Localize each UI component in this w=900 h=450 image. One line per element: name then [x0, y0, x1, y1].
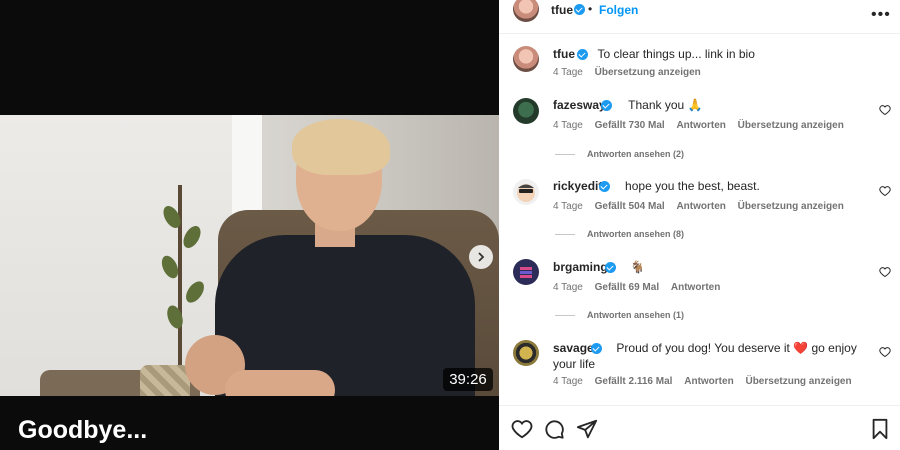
timestamp: 4 Tage	[553, 282, 583, 293]
view-replies-button[interactable]: Antworten ansehen (2)	[555, 149, 684, 159]
post-panel: tfue • Folgen ••• tfue To clear things u…	[499, 0, 900, 450]
comment-username[interactable]: brgaming	[553, 260, 608, 274]
verified-icon	[577, 49, 588, 60]
next-media-button[interactable]	[469, 245, 493, 269]
avatar-illustration	[517, 184, 535, 202]
caption-body: To clear things up... link in bio	[597, 47, 755, 61]
avatar[interactable]	[513, 179, 539, 205]
comment-body: hope you the best, beast.	[625, 179, 760, 193]
view-replies-button[interactable]: Antworten ansehen (8)	[555, 229, 684, 239]
heart-icon[interactable]	[511, 418, 533, 440]
comment-meta: 4 Tage Gefällt 730 Mal Antworten Überset…	[553, 120, 853, 131]
comment-icon[interactable]	[543, 418, 565, 440]
timestamp: 4 Tage	[553, 67, 583, 78]
verified-icon	[601, 100, 612, 111]
comment-text: brgaming 🐐	[553, 259, 873, 275]
replies-divider	[555, 233, 575, 235]
comment-body: Thank you 🙏	[628, 98, 703, 112]
heart-icon[interactable]	[879, 346, 891, 358]
verified-icon	[574, 4, 585, 15]
avatar[interactable]	[513, 259, 539, 285]
share-icon[interactable]	[576, 418, 598, 440]
translate-link[interactable]: Übersetzung anzeigen	[745, 376, 851, 387]
comment-username[interactable]: rickyedit	[553, 179, 602, 193]
comment-meta: 4 Tage Gefällt 2.116 Mal Antworten Übers…	[553, 376, 861, 387]
likes-count[interactable]: Gefällt 730 Mal	[595, 120, 665, 131]
reply-link[interactable]: Antworten	[676, 201, 725, 212]
avatar[interactable]	[513, 340, 539, 366]
person-hands	[225, 370, 335, 396]
caption-meta: 4 Tage Übersetzung anzeigen	[553, 67, 710, 78]
cushion	[140, 365, 190, 396]
separator-dot: •	[588, 2, 593, 16]
comment-meta: 4 Tage Gefällt 504 Mal Antworten Überset…	[553, 201, 853, 212]
follow-button[interactable]: Folgen	[599, 3, 638, 17]
caption-text: tfue To clear things up... link in bio	[553, 46, 873, 62]
view-replies-label: Antworten ansehen (8)	[587, 229, 685, 239]
more-icon[interactable]: •••	[871, 6, 891, 24]
reply-link[interactable]: Antworten	[676, 120, 725, 131]
avatar[interactable]	[513, 46, 539, 72]
post-header: tfue • Folgen •••	[499, 0, 900, 34]
heart-icon[interactable]	[879, 185, 891, 197]
verified-icon	[599, 181, 610, 192]
comment-body: 🐐	[630, 260, 646, 274]
person-hair	[292, 119, 390, 175]
heart-icon[interactable]	[879, 266, 891, 278]
comment-username[interactable]: savage	[553, 341, 594, 355]
likes-count[interactable]: Gefällt 2.116 Mal	[595, 376, 673, 387]
translate-link[interactable]: Übersetzung anzeigen	[738, 120, 844, 131]
translate-link[interactable]: Übersetzung anzeigen	[738, 201, 844, 212]
video-duration-badge: 39:26	[443, 368, 493, 391]
view-replies-button[interactable]: Antworten ansehen (1)	[555, 310, 684, 320]
timestamp: 4 Tage	[553, 120, 583, 131]
reply-link[interactable]: Antworten	[671, 282, 720, 293]
replies-divider	[555, 314, 575, 316]
view-replies-label: Antworten ansehen (1)	[587, 310, 685, 320]
author-username[interactable]: tfue	[551, 3, 573, 17]
media-viewer[interactable]: 39:26 Goodbye...	[0, 0, 499, 450]
timestamp: 4 Tage	[553, 201, 583, 212]
bookmark-icon[interactable]	[869, 418, 891, 440]
likes-count[interactable]: Gefällt 69 Mal	[595, 282, 659, 293]
reply-link[interactable]: Antworten	[684, 376, 733, 387]
avatar-illustration	[520, 267, 532, 278]
video-title-overlay: Goodbye...	[18, 416, 148, 444]
comment-username[interactable]: fazesway	[553, 98, 606, 112]
replies-divider	[555, 153, 575, 155]
caption-username[interactable]: tfue	[553, 47, 575, 61]
verified-icon	[605, 262, 616, 273]
chevron-right-icon	[478, 252, 485, 262]
action-bar	[499, 405, 900, 450]
comment-meta: 4 Tage Gefällt 69 Mal Antworten	[553, 282, 729, 293]
avatar[interactable]	[513, 98, 539, 124]
likes-count[interactable]: Gefällt 504 Mal	[595, 201, 665, 212]
translate-link[interactable]: Übersetzung anzeigen	[595, 67, 701, 78]
avatar[interactable]	[513, 0, 539, 22]
timestamp: 4 Tage	[553, 376, 583, 387]
verified-icon	[591, 343, 602, 354]
view-replies-label: Antworten ansehen (2)	[587, 149, 685, 159]
heart-icon[interactable]	[879, 104, 891, 116]
video-frame[interactable]	[0, 115, 499, 396]
